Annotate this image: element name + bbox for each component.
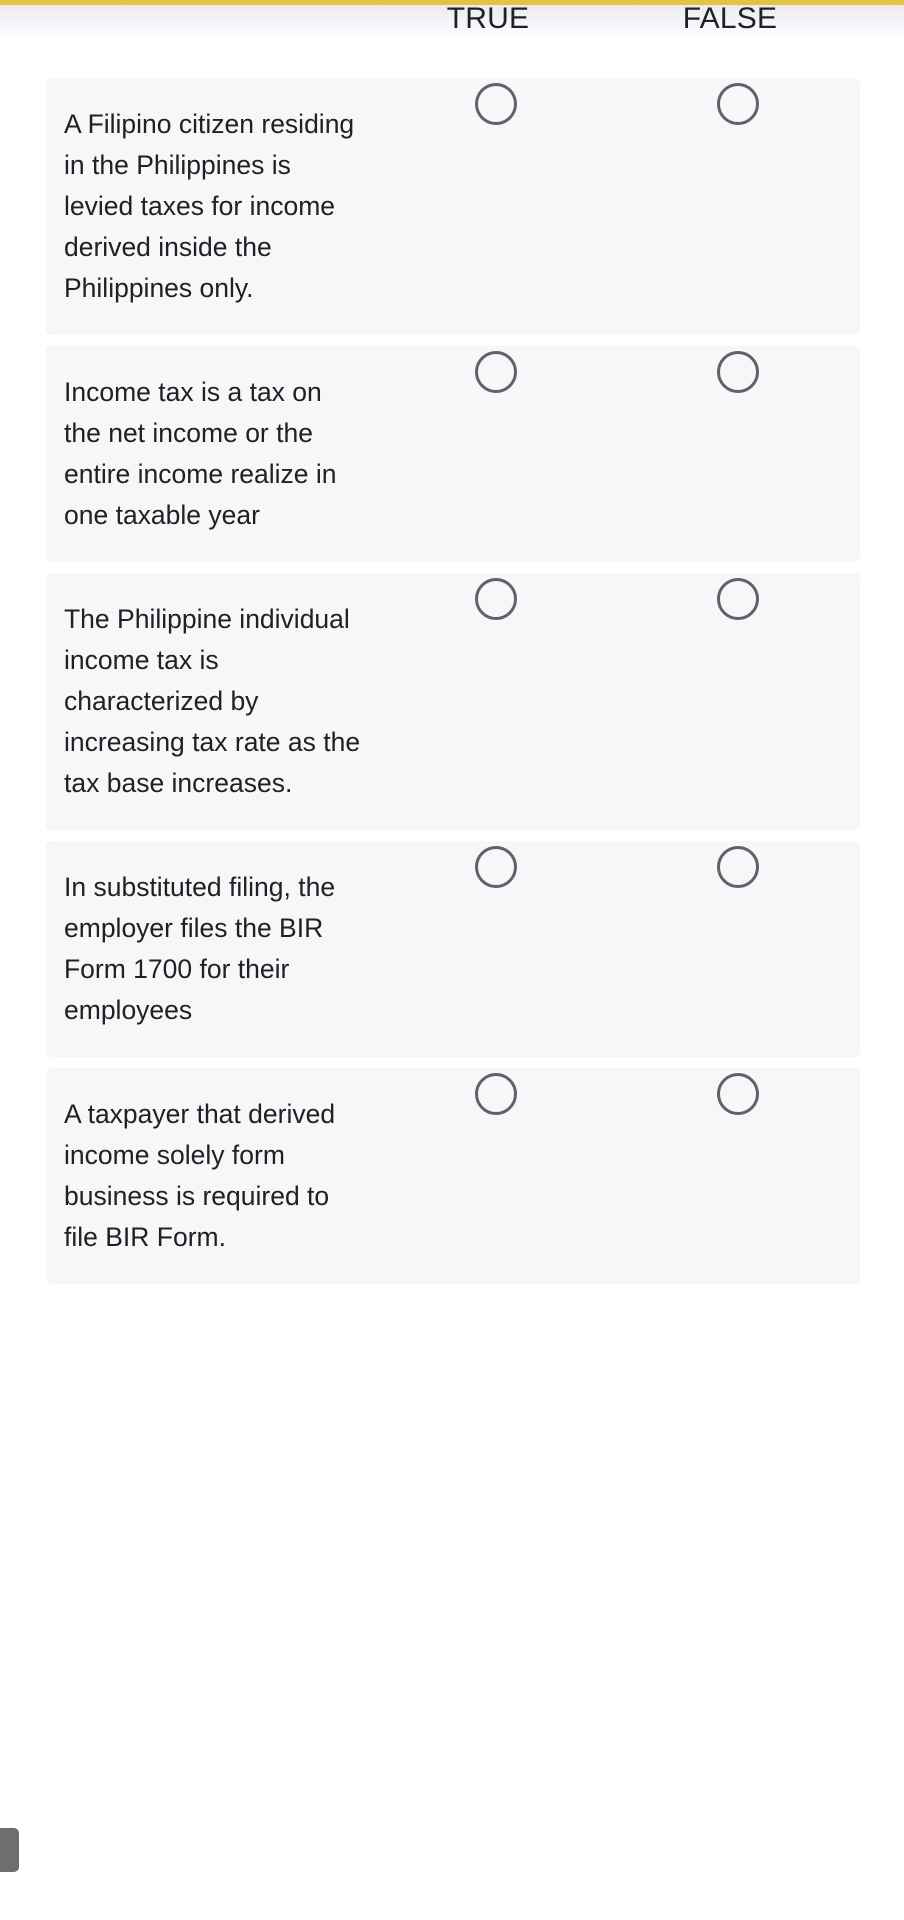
radio-false[interactable] — [717, 83, 759, 125]
radio-true[interactable] — [475, 578, 517, 620]
column-header-false: FALSE — [682, 2, 778, 35]
radio-false[interactable] — [717, 578, 759, 620]
question-card: Income tax is a tax on the net income or… — [46, 346, 860, 562]
question-text: In substituted filing, the employer file… — [64, 872, 336, 1025]
question-card: In substituted filing, the employer file… — [46, 841, 860, 1057]
radio-false[interactable] — [717, 1073, 759, 1115]
radio-true[interactable] — [475, 846, 517, 888]
question-card: A Filipino citizen residing in the Phili… — [46, 78, 860, 335]
radio-true[interactable] — [475, 351, 517, 393]
question-list: A Filipino citizen residing in the Phili… — [46, 78, 860, 1295]
quiz-page: TRUE FALSE A Filipino citizen residing i… — [0, 0, 904, 1920]
radio-true[interactable] — [475, 83, 517, 125]
question-text: Income tax is a tax on the net income or… — [64, 377, 337, 530]
scrollbar-thumb[interactable] — [0, 1828, 19, 1872]
question-text: A Filipino citizen residing in the Phili… — [64, 109, 355, 303]
column-header-true: TRUE — [446, 2, 530, 35]
choice-column-header: TRUE FALSE — [0, 0, 904, 46]
question-card: The Philippine individual income tax is … — [46, 573, 860, 830]
question-text: A taxpayer that derived income solely fo… — [64, 1099, 336, 1252]
question-card: A taxpayer that derived income solely fo… — [46, 1068, 860, 1284]
radio-false[interactable] — [717, 351, 759, 393]
radio-true[interactable] — [475, 1073, 517, 1115]
radio-false[interactable] — [717, 846, 759, 888]
question-text: The Philippine individual income tax is … — [64, 604, 361, 798]
